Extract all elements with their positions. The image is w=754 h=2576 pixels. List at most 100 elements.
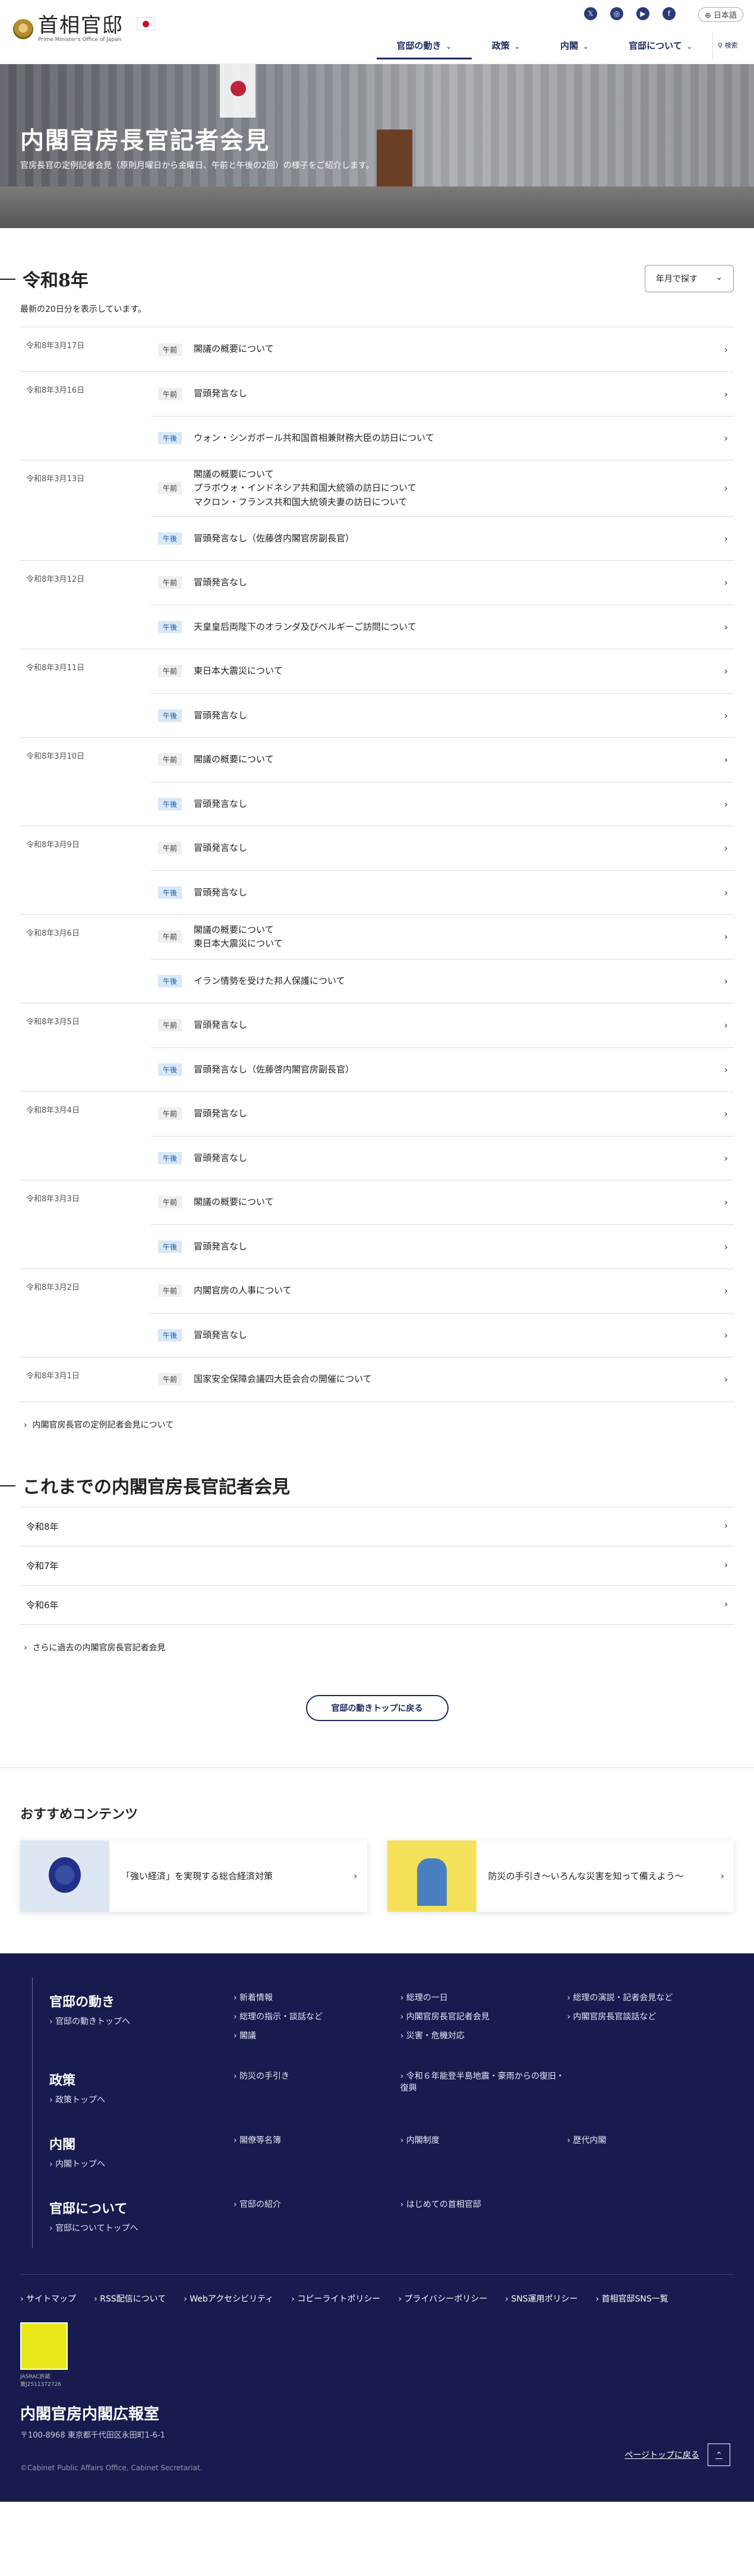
chevron-right-icon: › — [567, 1993, 573, 2003]
recommend-card[interactable]: 防災の手引き〜いろんな災害を知って備えよう〜 › — [387, 1840, 734, 1912]
nav-about[interactable]: 官邸について ⌄ — [608, 32, 712, 59]
footer-bottom-link[interactable]: › SNS運用ポリシー — [505, 2293, 578, 2304]
card-title: 防災の手引き〜いろんな災害を知って備えよう〜 — [488, 1871, 684, 1882]
back-to-activities-button[interactable]: 官邸の動きトップに戻る — [305, 1694, 449, 1721]
footer-section-title[interactable]: 政策 — [49, 2070, 234, 2089]
past-year-item[interactable]: 令和7年 › — [20, 1546, 734, 1586]
page-top-link[interactable]: ページトップに戻る ⌃ — [624, 2443, 730, 2466]
conference-item[interactable]: 午前 東日本大震災について › — [151, 649, 734, 693]
conference-item[interactable]: 午前 冒頭発言なし › — [151, 1003, 734, 1047]
footer-section: 官邸の動き › 官邸の動きトップへ › 新着情報 › 総理の一日 › 総理の演説・記者会… — [32, 1977, 734, 2056]
badge-caption: JASRAC許諾 第J2511372726 — [20, 2373, 61, 2388]
chevron-right-icon: › — [724, 1063, 728, 1075]
footer-top-link[interactable]: › 政策トップへ — [49, 2094, 234, 2105]
past-year-item[interactable]: 令和8年 › — [20, 1506, 734, 1546]
chevron-right-icon: › — [724, 1374, 728, 1385]
site-logo[interactable]: 首相官邸 Prime Minister's Office of Japan — [13, 15, 154, 43]
conference-item[interactable]: 午前 閣議の概要について プラボウォ・インドネシア共和国大統領の訪日について マク… — [151, 460, 734, 516]
disaster-guide-thumbnail — [387, 1840, 477, 1912]
conference-item[interactable]: 午後 冒頭発言なし › — [151, 870, 734, 914]
footer-link[interactable]: › 歴代内閣 — [567, 2134, 734, 2170]
nav-cabinet[interactable]: 内閣 ⌄ — [540, 32, 608, 59]
conference-item[interactable]: 午前 閣議の概要について › — [151, 738, 734, 782]
conference-topic: 冒頭発言なし — [194, 1108, 248, 1119]
footer-top-link[interactable]: › 官邸についてトップへ — [49, 2222, 234, 2234]
footer-bottom-link[interactable]: › サイトマップ — [20, 2293, 76, 2304]
logo-subtitle: Prime Minister's Office of Japan — [38, 37, 122, 43]
x-icon[interactable]: 𝕏 — [584, 7, 597, 20]
conference-item[interactable]: 午後 冒頭発言なし › — [151, 693, 734, 737]
nav-activities[interactable]: 官邸の動き ⌄ — [376, 32, 472, 59]
conference-item[interactable]: 午後 冒頭発言なし › — [151, 1224, 734, 1268]
conference-item[interactable]: 午前 閣議の概要について › — [151, 327, 734, 371]
chevron-right-icon: › — [184, 2294, 190, 2304]
footer-link[interactable]: › 令和６年能登半島地震・豪雨からの復旧・復興 — [400, 2070, 567, 2105]
facebook-icon[interactable]: f — [662, 7, 676, 20]
conference-topic: 閣議の概要について — [194, 754, 274, 765]
footer-link[interactable]: › 閣議 — [234, 2029, 400, 2041]
conference-topic: 冒頭発言なし — [194, 1152, 248, 1163]
conference-item[interactable]: 午前 冒頭発言なし › — [151, 372, 734, 416]
footer-section-title[interactable]: 官邸の動き — [49, 1991, 234, 2010]
more-past-link[interactable]: › さらに過去の内閣官房長官記者会見 — [20, 1641, 734, 1653]
footer-link[interactable]: › 新着情報 — [234, 1991, 400, 2003]
conference-item[interactable]: 午後 冒頭発言なし（佐藤啓内閣官房副長官） › — [151, 516, 734, 560]
conference-item[interactable]: 午後 ウォン・シンガポール共和国首相兼財務大臣の訪日について › — [151, 416, 734, 460]
chevron-right-icon: › — [291, 2294, 298, 2304]
chevron-right-icon: › — [724, 1329, 728, 1341]
instagram-icon[interactable]: ◎ — [610, 7, 623, 20]
conference-item[interactable]: 午前 冒頭発言なし › — [151, 1092, 734, 1136]
search-button[interactable]: ⚲ 検索 — [712, 32, 754, 59]
nav-policy[interactable]: 政策 ⌄ — [472, 32, 540, 59]
footer-link[interactable]: › 閣僚等名簿 — [234, 2134, 400, 2170]
footer-link[interactable]: › 防災の手引き — [234, 2070, 400, 2105]
conference-topic: 冒頭発言なし — [194, 1019, 248, 1031]
conference-item[interactable]: 午前 閣議の概要について 東日本大震災について › — [151, 915, 734, 959]
conference-item[interactable]: 午後 冒頭発言なし（佐藤啓内閣官房副長官） › — [151, 1047, 734, 1091]
footer-section-title[interactable]: 内閣 — [49, 2134, 234, 2153]
conference-item[interactable]: 午前 国家安全保障会議四大臣会合の開催について › — [151, 1358, 734, 1401]
chevron-right-icon: › — [724, 1520, 728, 1531]
conference-item[interactable]: 午前 冒頭発言なし › — [151, 826, 734, 870]
footer-link[interactable]: › 官邸の紹介 — [234, 2198, 400, 2234]
conference-item[interactable]: 午後 イラン情勢を受けた邦人保護について › — [151, 958, 734, 1003]
conference-topic: 閣議の概要について 東日本大震災について — [194, 924, 283, 949]
footer-link[interactable]: › 災害・危機対応 — [400, 2029, 567, 2041]
chevron-right-icon: › — [400, 1993, 406, 2003]
footer-link[interactable]: › 総理の指示・談話など — [234, 2010, 400, 2022]
footer-link[interactable]: › 内閣制度 — [400, 2134, 567, 2170]
conference-item[interactable]: 午前 閣議の概要について › — [151, 1180, 734, 1224]
footer-top-link[interactable]: › 内閣トップへ — [49, 2158, 234, 2170]
footer-bottom-link[interactable]: › 首相官邸SNS一覧 — [595, 2293, 668, 2304]
language-select[interactable]: ⊕ 日本語 — [698, 7, 743, 22]
conference-item[interactable]: 午前 内閣官房の人事について › — [151, 1269, 734, 1313]
session-tag: 午前 — [158, 1284, 182, 1298]
footer-bottom-link[interactable]: › プライバシーポリシー — [398, 2293, 487, 2304]
footer-link[interactable]: › 総理の演説・記者会見など — [567, 1991, 734, 2003]
month-select[interactable]: 年月で探す ⌄ — [645, 265, 734, 292]
youtube-icon[interactable]: ▶ — [636, 7, 649, 20]
current-year-section: 令和8年 年月で探す ⌄ 最新の20日分を表示しています。 令和8年3月17日 午前… — [0, 228, 754, 1431]
footer-bottom-link[interactable]: › RSS配信について — [94, 2293, 166, 2304]
year-heading: 令和8年 — [0, 266, 89, 292]
about-link[interactable]: › 内閣官房長官の定例記者会見について — [20, 1419, 734, 1431]
recommend-card[interactable]: 「強い経済」を実現する総合経済対策 › — [20, 1840, 367, 1912]
footer-bottom-link[interactable]: › コピーライトポリシー — [291, 2293, 380, 2304]
conference-item[interactable]: 午前 冒頭発言なし › — [151, 561, 734, 605]
footer-link[interactable]: › 総理の一日 — [400, 1991, 567, 2003]
footer-link[interactable]: › 内閣官房長官談話など — [567, 2010, 734, 2022]
footer-section-title[interactable]: 官邸について — [49, 2198, 234, 2217]
entry-date: 令和8年3月9日 — [26, 840, 80, 850]
conference-topic: 冒頭発言なし — [194, 709, 248, 721]
footer-link[interactable]: › はじめての首相官邸 — [400, 2198, 567, 2234]
footer-link[interactable]: › 内閣官房長官記者会見 — [400, 2010, 567, 2022]
footer-bottom-link[interactable]: › Webアクセシビリティ — [184, 2293, 273, 2304]
past-year-item[interactable]: 令和6年 › — [20, 1586, 734, 1625]
conference-item[interactable]: 午後 天皇皇后両陛下のオランダ及びベルギーご訪問について › — [151, 604, 734, 649]
conference-item[interactable]: 午後 冒頭発言なし › — [151, 1312, 734, 1357]
footer-top-link[interactable]: › 官邸の動きトップへ — [49, 2015, 234, 2027]
chevron-right-icon: › — [234, 2071, 240, 2081]
conference-item[interactable]: 午後 冒頭発言なし › — [151, 1135, 734, 1180]
session-tag: 午前 — [158, 1373, 182, 1386]
conference-item[interactable]: 午後 冒頭発言なし › — [151, 781, 734, 826]
